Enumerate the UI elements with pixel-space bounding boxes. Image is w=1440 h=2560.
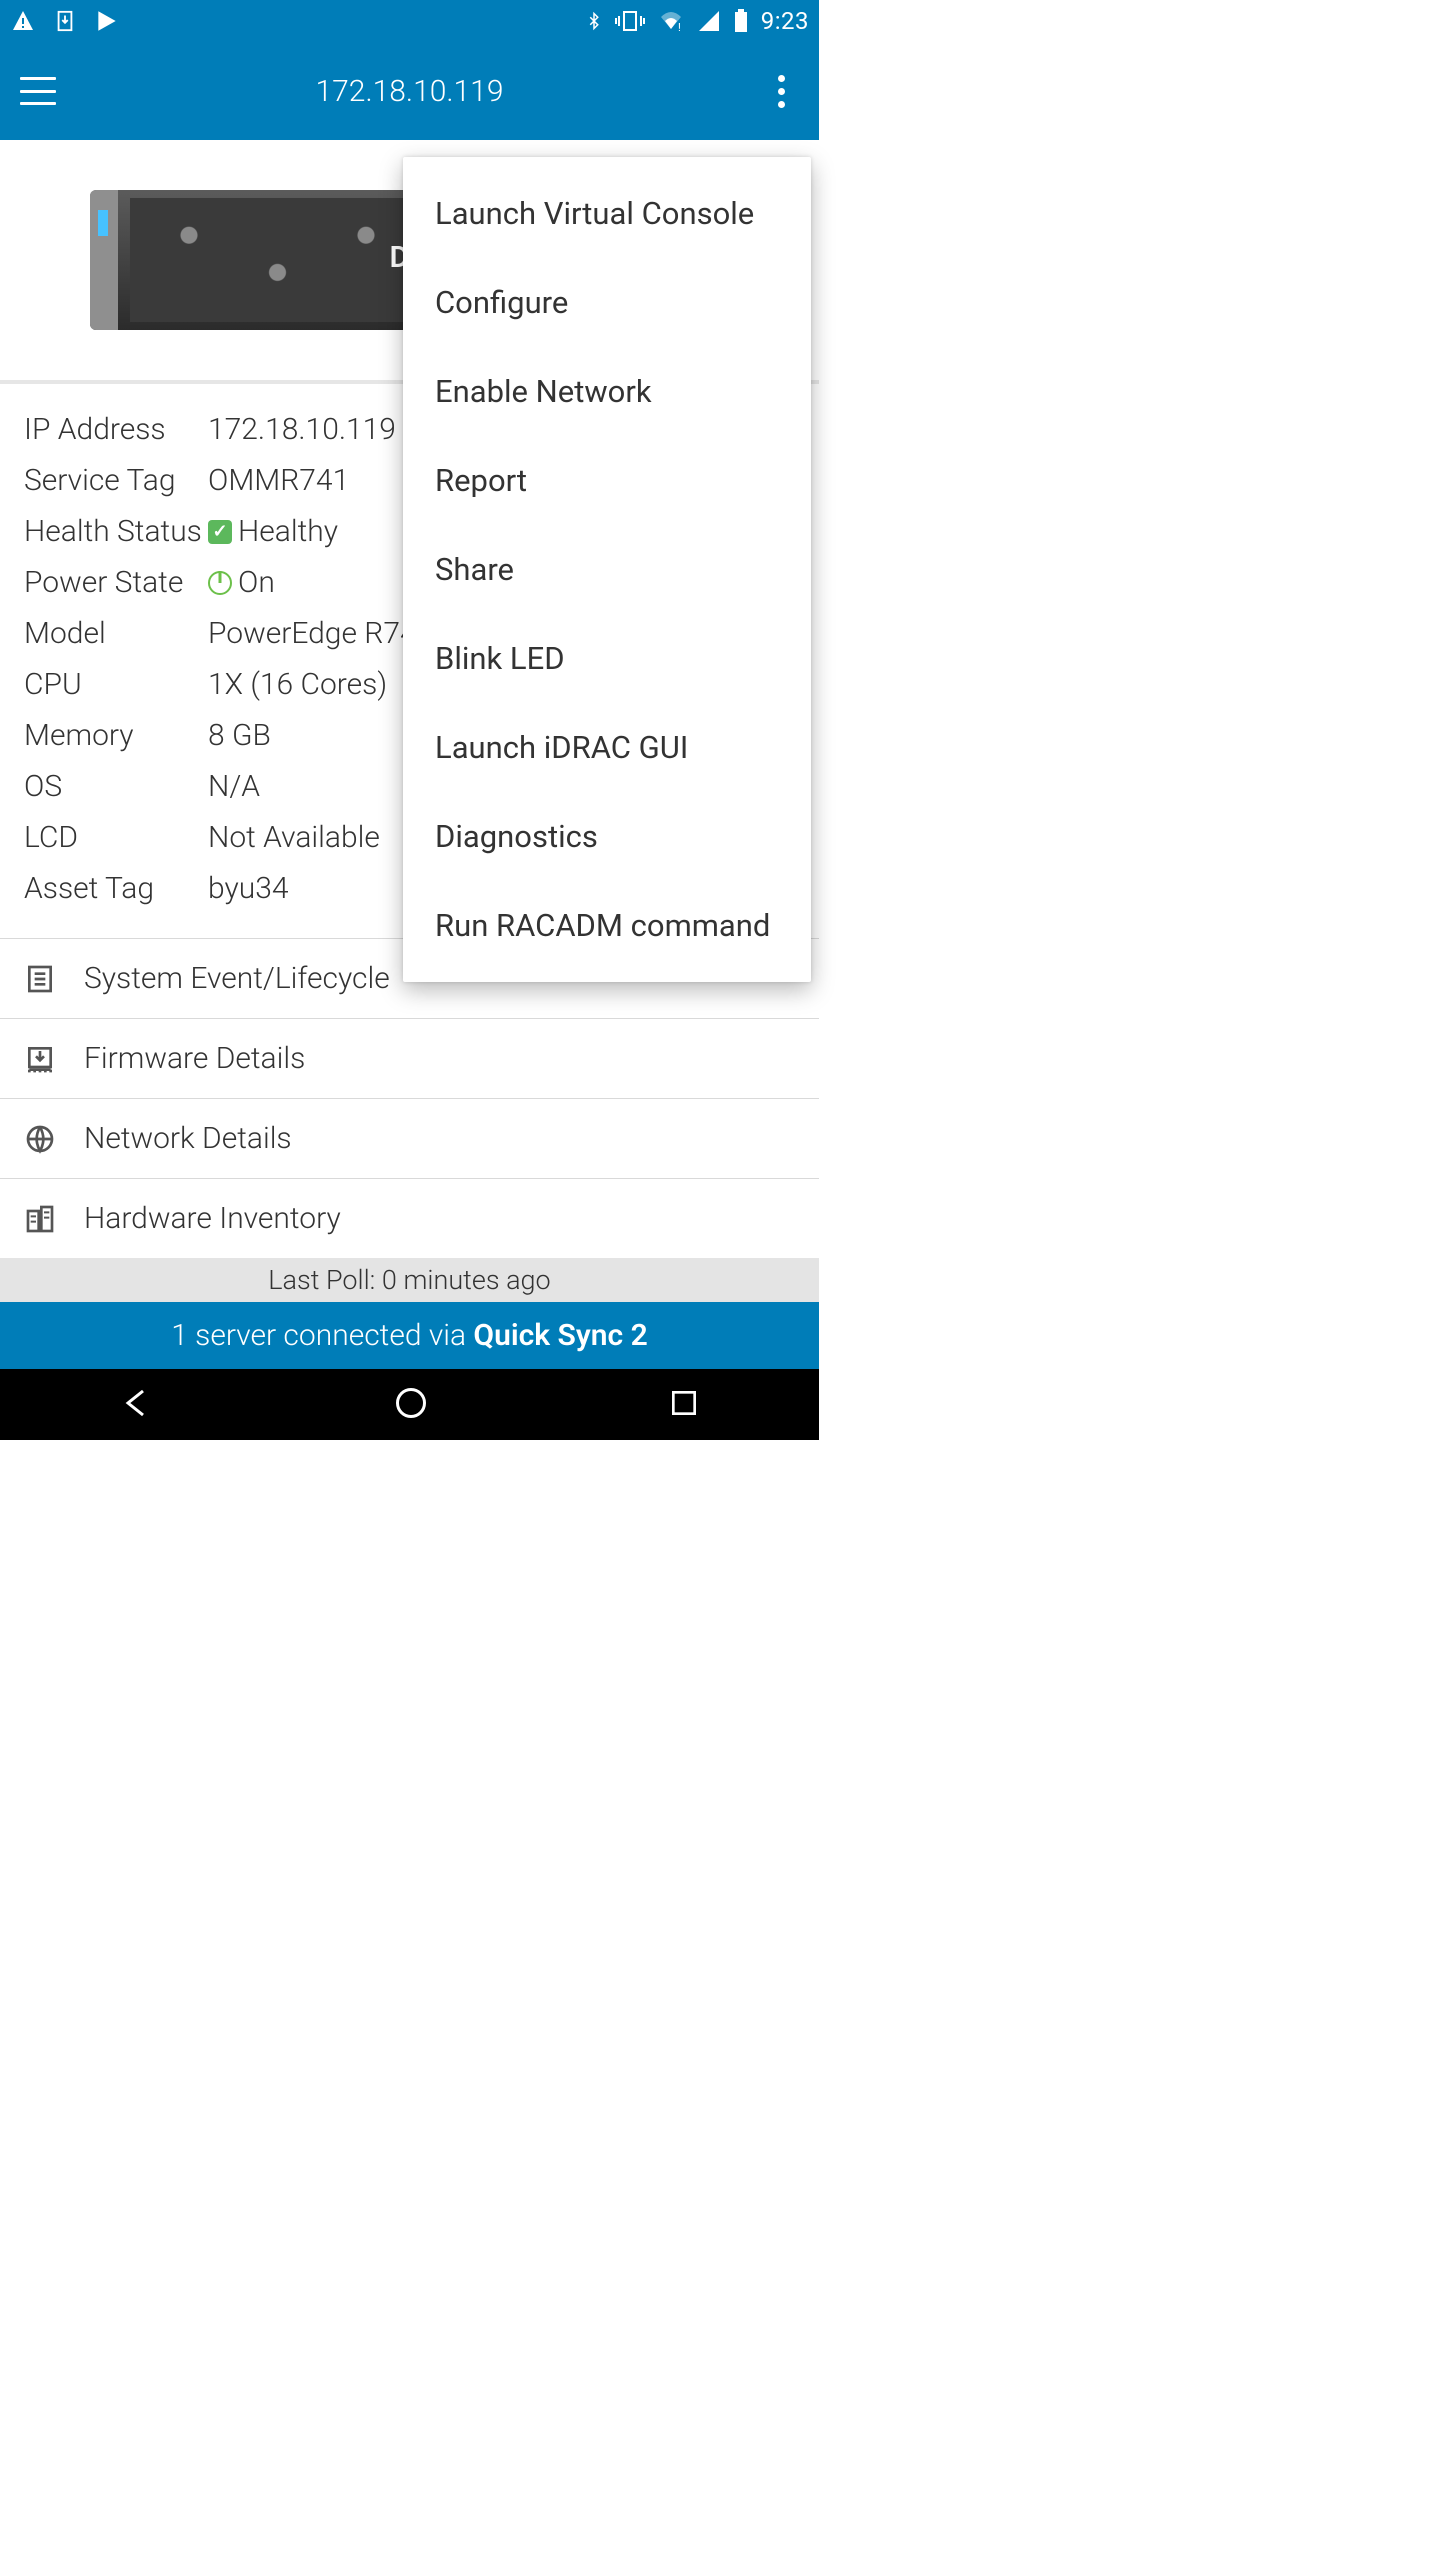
- cell-signal-icon: [697, 9, 721, 33]
- svg-text:!: !: [678, 21, 681, 33]
- value-cpu: 1X (16 Cores): [208, 667, 387, 702]
- list-item-label: System Event/Lifecycle: [84, 961, 390, 996]
- check-icon: [208, 520, 232, 544]
- overflow-icon[interactable]: [763, 75, 799, 108]
- app-toolbar: 172.18.10.119: [0, 42, 819, 139]
- label-health: Health Status: [24, 514, 208, 549]
- value-service-tag: OMMR741: [208, 463, 349, 498]
- menu-item-diagnostics[interactable]: Diagnostics: [403, 792, 811, 881]
- value-memory: 8 GB: [208, 718, 271, 753]
- hardware-icon: [24, 1203, 56, 1235]
- list-item-label: Hardware Inventory: [84, 1201, 341, 1236]
- value-asset-tag: byu34: [208, 871, 289, 906]
- label-model: Model: [24, 616, 208, 651]
- battery-icon: [733, 8, 749, 34]
- list-item-firmware[interactable]: Firmware Details: [0, 1019, 819, 1099]
- overflow-menu: Launch Virtual Console Configure Enable …: [403, 157, 811, 982]
- status-clock: 9:23: [761, 7, 809, 35]
- list-item-label: Network Details: [84, 1121, 292, 1156]
- menu-item-report[interactable]: Report: [403, 436, 811, 525]
- footer-bar: 1 server connected via Quick Sync 2: [0, 1302, 819, 1369]
- android-nav-bar: [0, 1369, 819, 1440]
- menu-item-launch-console[interactable]: Launch Virtual Console: [403, 169, 811, 258]
- list-item-hardware[interactable]: Hardware Inventory: [0, 1179, 819, 1258]
- power-icon: [208, 571, 232, 595]
- toolbar-title: 172.18.10.119: [56, 74, 763, 109]
- android-status-bar: ! 9:23: [0, 0, 819, 42]
- footer-text: 1 server connected via: [171, 1318, 473, 1353]
- label-os: OS: [24, 769, 208, 804]
- last-poll-text: Last Poll: 0 minutes ago: [0, 1258, 819, 1302]
- menu-item-run-racadm[interactable]: Run RACADM command: [403, 881, 811, 970]
- vibrate-icon: [615, 8, 645, 34]
- bluetooth-icon: [585, 8, 603, 34]
- label-power: Power State: [24, 565, 208, 600]
- wifi-alert-icon: !: [657, 9, 685, 33]
- play-store-icon: [94, 8, 120, 34]
- label-memory: Memory: [24, 718, 208, 753]
- detail-list: System Event/Lifecycle Firmware Details …: [0, 938, 819, 1258]
- menu-icon[interactable]: [20, 77, 56, 105]
- value-model: PowerEdge R74: [208, 616, 417, 651]
- value-os: N/A: [208, 769, 260, 804]
- value-power: On: [238, 565, 275, 600]
- value-health: Healthy: [238, 514, 338, 549]
- label-cpu: CPU: [24, 667, 208, 702]
- footer-link[interactable]: Quick Sync 2: [473, 1318, 647, 1353]
- value-ip: 172.18.10.119: [208, 412, 396, 447]
- recent-icon[interactable]: [668, 1387, 700, 1423]
- firmware-icon: [24, 1043, 56, 1075]
- label-asset-tag: Asset Tag: [24, 871, 208, 906]
- label-lcd: LCD: [24, 820, 208, 855]
- menu-item-launch-idrac[interactable]: Launch iDRAC GUI: [403, 703, 811, 792]
- label-service-tag: Service Tag: [24, 463, 208, 498]
- label-ip: IP Address: [24, 412, 208, 447]
- log-icon: [24, 963, 56, 995]
- value-lcd: Not Available: [208, 820, 380, 855]
- menu-item-share[interactable]: Share: [403, 525, 811, 614]
- menu-item-enable-network[interactable]: Enable Network: [403, 347, 811, 436]
- back-icon[interactable]: [119, 1385, 155, 1425]
- list-item-network[interactable]: Network Details: [0, 1099, 819, 1179]
- home-icon[interactable]: [393, 1385, 429, 1425]
- list-item-label: Firmware Details: [84, 1041, 305, 1076]
- download-icon: [54, 8, 76, 34]
- menu-item-blink-led[interactable]: Blink LED: [403, 614, 811, 703]
- menu-item-configure[interactable]: Configure: [403, 258, 811, 347]
- network-icon: [24, 1123, 56, 1155]
- warning-icon: [10, 9, 36, 33]
